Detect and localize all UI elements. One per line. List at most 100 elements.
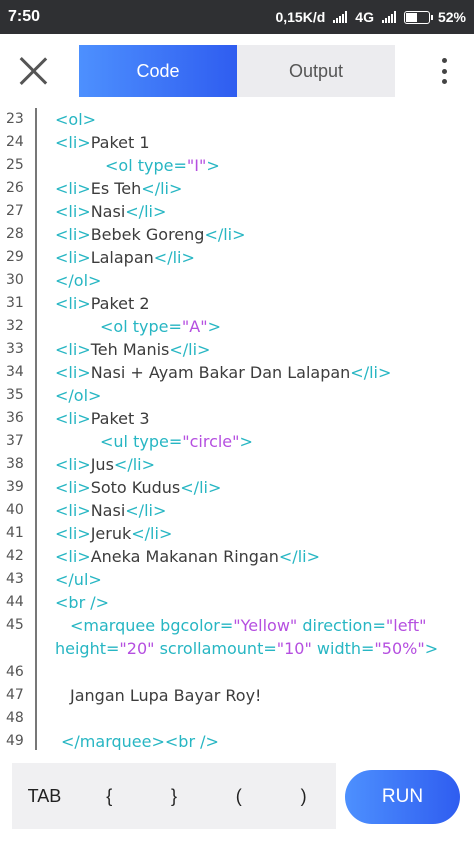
battery-percent: 52% — [437, 9, 466, 25]
code-line: 29 <li>Lalapan</li> — [0, 246, 474, 269]
line-number: 36 — [6, 410, 24, 426]
code-token: type= — [137, 156, 187, 175]
code-text: <li>Jus</li> — [55, 453, 155, 476]
code-line: 30 </ol> — [0, 269, 474, 292]
code-text: <br /> — [55, 591, 109, 614]
run-button[interactable]: RUN — [345, 770, 460, 824]
close-icon[interactable] — [14, 52, 52, 90]
signal-icon — [333, 11, 348, 23]
code-editor[interactable]: 23 <ol> 24 <li>Paket 1 25 <ol type="I"> 26 <li>… — [0, 108, 474, 750]
line-number: 47 — [6, 687, 24, 703]
code-token: </li> — [113, 455, 155, 474]
code-text: <li>Paket 1 — [55, 131, 150, 154]
line-number: 44 — [6, 594, 24, 610]
line-number: 34 — [6, 364, 24, 380]
key-close-brace[interactable]: } — [142, 786, 207, 807]
code-line: 23 <ol> — [0, 108, 474, 131]
code-token: <li> — [55, 179, 91, 198]
code-line: 40 <li>Nasi</li> — [0, 499, 474, 522]
code-line: 43 </ul> — [0, 568, 474, 591]
line-number: 30 — [6, 272, 24, 288]
code-line: height="20" scrollamount="10" width="50%… — [0, 637, 474, 660]
key-close-paren[interactable]: ) — [271, 786, 336, 807]
code-line: 34 <li>Nasi + Ayam Bakar Dan Lalapan</li> — [0, 361, 474, 384]
code-line: 36 <li>Paket 3 — [0, 407, 474, 430]
status-bar: 7:50 0,15K/d 4G 52% — [0, 0, 474, 34]
code-line: 33 <li>Teh Manis</li> — [0, 338, 474, 361]
line-number: 40 — [6, 502, 24, 518]
code-line: 39 <li>Soto Kudus</li> — [0, 476, 474, 499]
code-token: </li> — [153, 248, 195, 267]
code-token: <li> — [55, 547, 91, 566]
code-line: 46 — [0, 661, 474, 684]
code-token: Nasi — [90, 501, 126, 520]
tab-bar: Code Output — [79, 45, 395, 97]
code-token: > — [424, 639, 439, 658]
code-token: Es Teh — [90, 179, 142, 198]
line-number: 26 — [6, 180, 24, 196]
line-number: 29 — [6, 249, 24, 265]
code-token: > — [206, 156, 220, 175]
key-tab[interactable]: TAB — [12, 786, 77, 807]
code-token: "10" — [276, 639, 312, 658]
code-text: <li>Nasi + Ayam Bakar Dan Lalapan</li> — [55, 361, 391, 384]
code-text: <li>Paket 3 — [55, 407, 150, 430]
line-number: 37 — [6, 433, 24, 449]
code-token: Jangan Lupa Bayar Roy! — [70, 686, 262, 705]
code-token: Teh Manis — [90, 340, 170, 359]
code-token: <li> — [55, 478, 91, 497]
code-token: <ol — [100, 317, 133, 336]
code-line: 47 Jangan Lupa Bayar Roy! — [0, 684, 474, 707]
tab-code[interactable]: Code — [79, 45, 237, 97]
code-token: </ul> — [55, 570, 102, 589]
tab-output[interactable]: Output — [237, 45, 395, 97]
code-text: <li>Lalapan</li> — [55, 246, 195, 269]
toolbar: Code Output — [0, 34, 474, 108]
code-token: </li> — [204, 225, 246, 244]
key-open-brace[interactable]: { — [77, 786, 142, 807]
network-speed: 0,15K/d — [275, 9, 326, 25]
code-token: "20" — [119, 639, 155, 658]
code-line: 35 </ol> — [0, 384, 474, 407]
code-token: Nasi + Ayam Bakar Dan Lalapan — [90, 363, 351, 382]
signal-icon-2 — [381, 11, 396, 23]
code-text: </ol> — [55, 384, 101, 407]
code-line: 25 <ol type="I"> — [0, 154, 474, 177]
code-text: Jangan Lupa Bayar Roy! — [70, 684, 261, 707]
line-number: 38 — [6, 456, 24, 472]
code-token: <br /> — [164, 732, 219, 750]
code-line: 32 <ol type="A"> — [0, 315, 474, 338]
code-line: 41 <li>Jeruk</li> — [0, 522, 474, 545]
code-line: 24 <li>Paket 1 — [0, 131, 474, 154]
more-options-icon[interactable] — [438, 58, 450, 84]
code-token: Soto Kudus — [90, 478, 181, 497]
line-number: 27 — [6, 203, 24, 219]
code-token: <ul — [100, 432, 134, 451]
code-token: <li> — [55, 294, 91, 313]
key-open-paren[interactable]: ( — [206, 786, 271, 807]
line-number: 46 — [6, 664, 24, 680]
code-token: bgcolor= — [160, 616, 234, 635]
code-text: </marquee><br /> — [61, 730, 219, 750]
code-token: Jeruk — [90, 524, 132, 543]
code-text: <ol type="A"> — [100, 315, 221, 338]
line-number: 42 — [6, 548, 24, 564]
code-text: <li>Es Teh</li> — [55, 177, 182, 200]
code-token: </ol> — [55, 271, 102, 290]
code-token: "A" — [181, 317, 208, 336]
code-text: <li>Paket 2 — [55, 292, 150, 315]
code-token: </li> — [131, 524, 173, 543]
code-token: <li> — [55, 340, 91, 359]
code-line: 45 <marquee bgcolor="Yellow" direction="l… — [0, 614, 474, 637]
code-token: </li> — [125, 202, 167, 221]
line-number: 49 — [6, 733, 24, 749]
code-token: <li> — [55, 409, 91, 428]
line-number: 23 — [6, 111, 24, 127]
code-token: "left" — [385, 616, 427, 635]
line-number: 41 — [6, 525, 24, 541]
code-line: 27 <li>Nasi</li> — [0, 200, 474, 223]
code-token: </li> — [180, 478, 222, 497]
code-line: 42 <li>Aneka Makanan Ringan</li> — [0, 545, 474, 568]
code-token: <li> — [55, 455, 91, 474]
code-text: <li>Jeruk</li> — [55, 522, 172, 545]
